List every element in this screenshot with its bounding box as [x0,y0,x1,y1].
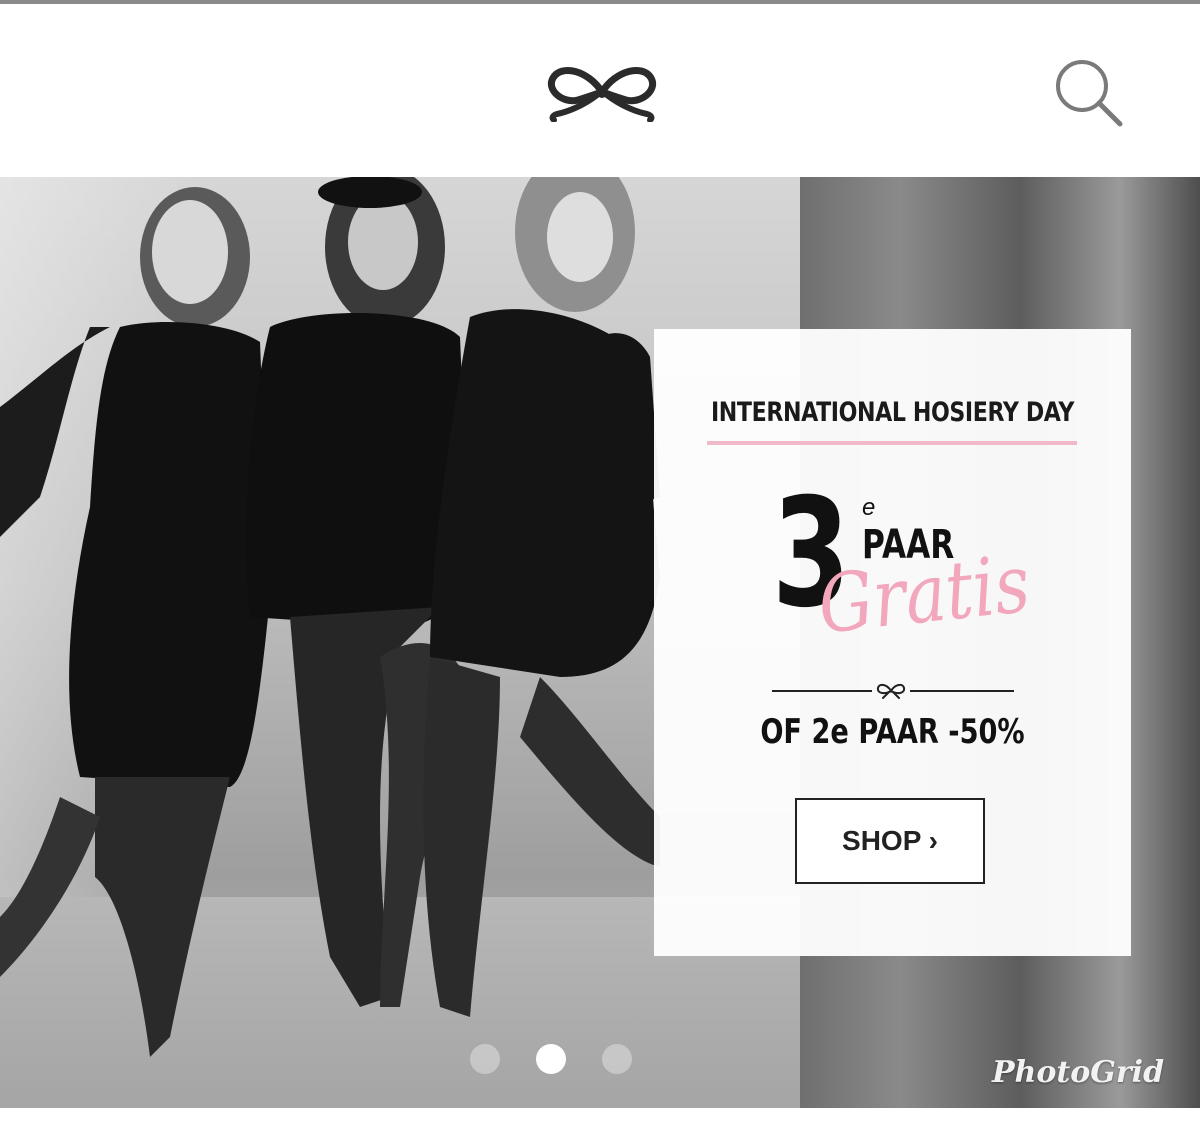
carousel-dot-2-active[interactable] [536,1044,566,1074]
promo-divider-left [772,690,872,692]
site-header [0,4,1200,176]
promo-heading: INTERNATIONAL HOSIERY DAY [710,397,1075,428]
shop-button[interactable]: SHOP › [795,798,985,884]
search-icon[interactable] [1052,56,1126,130]
bow-logo-icon[interactable] [543,62,661,122]
bottom-strip [0,1108,1200,1122]
bow-divider-icon [876,683,906,699]
carousel-dot-3[interactable] [602,1044,632,1074]
promo-number-suffix: e [862,494,876,521]
photogrid-watermark: PhotoGrid [992,1055,1165,1090]
promo-heading-underline [707,441,1077,445]
hero-banner[interactable]: INTERNATIONAL HOSIERY DAY 3 e PAAR Grati… [0,177,1200,1108]
promo-panel: INTERNATIONAL HOSIERY DAY 3 e PAAR Grati… [654,329,1131,956]
promo-divider-right [910,690,1014,692]
promo-sub-offer: OF 2e PAAR -50% [760,712,1025,752]
carousel-dot-1[interactable] [470,1044,500,1074]
